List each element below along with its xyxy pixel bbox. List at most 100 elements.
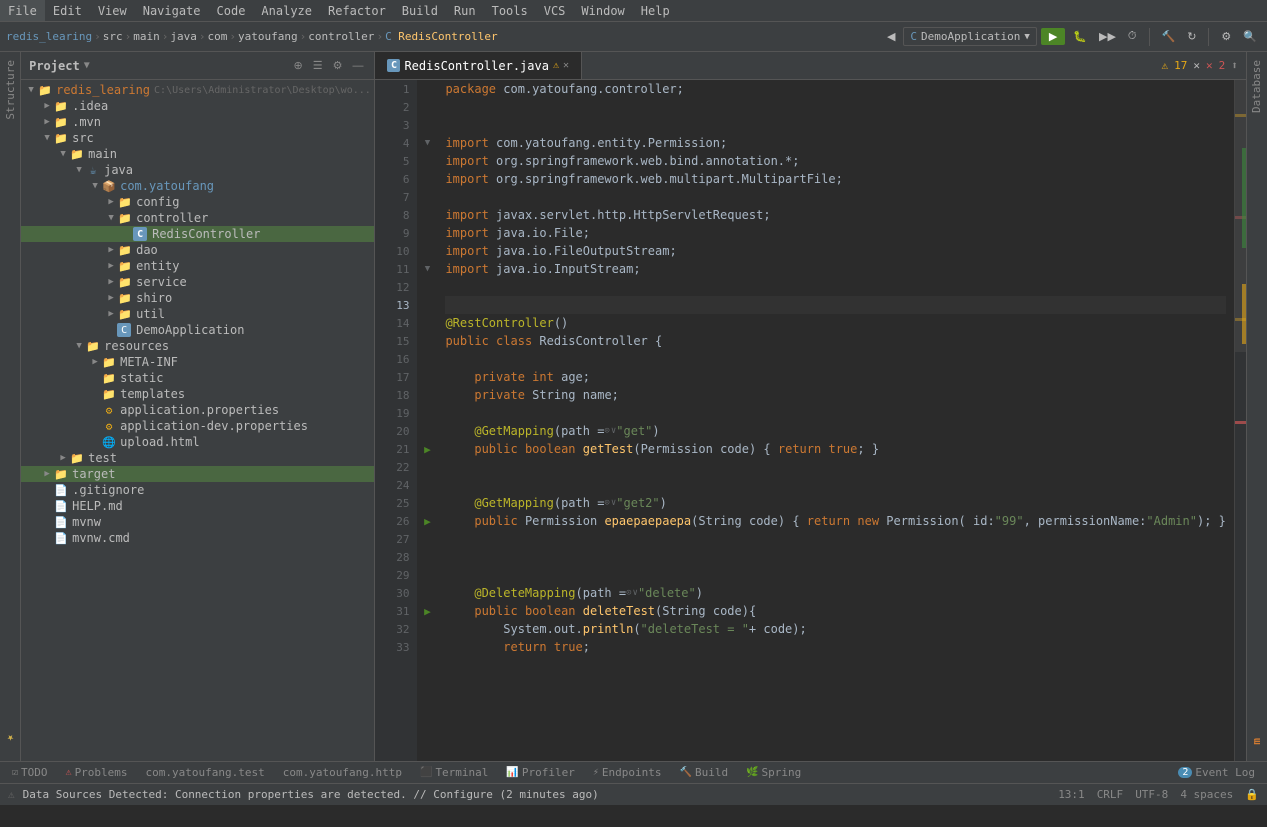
tree-icon-entity: 📁 — [117, 260, 133, 273]
profiler-button[interactable]: ⏱ — [1124, 28, 1141, 45]
tree-item-test[interactable]: ▶ 📁 test — [21, 450, 374, 466]
tree-item-upload-html[interactable]: 🌐 upload.html — [21, 434, 374, 450]
favorites-label[interactable]: ★ — [1, 724, 20, 753]
menu-view[interactable]: View — [90, 0, 135, 21]
code-content[interactable]: package com.yatoufang.controller; import… — [437, 80, 1233, 761]
settings-button[interactable]: ⚙ — [1217, 28, 1235, 45]
menu-file[interactable]: File — [0, 0, 45, 21]
panel-minimize-btn[interactable]: — — [349, 59, 366, 73]
menu-analyze[interactable]: Analyze — [253, 0, 320, 21]
bottom-tab-spring[interactable]: 🌿 Spring — [738, 762, 809, 783]
tree-item-config[interactable]: ▶ 📁 config — [21, 194, 374, 210]
tree-item-root[interactable]: ▼ 📁 redis_learing C:\Users\Administrator… — [21, 82, 374, 98]
structure-label[interactable]: Structure — [1, 52, 20, 128]
tree-item-rediscontroller[interactable]: C RedisController — [21, 226, 374, 242]
bottom-tab-endpoints[interactable]: ⚡ Endpoints — [585, 762, 670, 783]
bottom-tab-build[interactable]: 🔨 Build — [672, 762, 737, 783]
tree-icon-controller: 📁 — [117, 212, 133, 225]
tree-item-dao[interactable]: ▶ 📁 dao — [21, 242, 374, 258]
breadcrumb-part-2[interactable]: src — [103, 30, 123, 43]
code-line-4: import com.yatoufang.entity.Permission; — [445, 134, 1225, 152]
code-editor[interactable]: 1 2 3 4 5 6 7 8 9 10 11 12 13 14 15 16 1… — [375, 80, 1245, 761]
sort-icon[interactable]: ⬆ — [1231, 59, 1238, 72]
scrollbar-track[interactable] — [1234, 80, 1246, 761]
tree-item-package[interactable]: ▼ 📦 com.yatoufang — [21, 178, 374, 194]
run-config-selector[interactable]: C DemoApplication ▼ — [903, 27, 1036, 46]
tree-item-service[interactable]: ▶ 📁 service — [21, 274, 374, 290]
breadcrumb-part-5[interactable]: com — [207, 30, 227, 43]
tree-item-shiro[interactable]: ▶ 📁 shiro — [21, 290, 374, 306]
menu-edit[interactable]: Edit — [45, 0, 90, 21]
menu-window[interactable]: Window — [573, 0, 632, 21]
status-encoding[interactable]: UTF-8 — [1135, 788, 1168, 801]
tree-item-mvn[interactable]: ▶ 📁 .mvn — [21, 114, 374, 130]
tree-item-main[interactable]: ▼ 📁 main — [21, 146, 374, 162]
code-line-11: import java.io.InputStream; — [445, 260, 1225, 278]
debug-button[interactable]: 🐛 — [1069, 28, 1091, 45]
menu-help[interactable]: Help — [633, 0, 678, 21]
tree-item-java[interactable]: ▼ ☕ java — [21, 162, 374, 178]
tree-item-app-props[interactable]: ⚙ application.properties — [21, 402, 374, 418]
tree-item-app-dev-props[interactable]: ⚙ application-dev.properties — [21, 418, 374, 434]
search-everywhere-button[interactable]: 🔍 — [1239, 28, 1261, 45]
menu-navigate[interactable]: Navigate — [135, 0, 209, 21]
tree-item-entity[interactable]: ▶ 📁 entity — [21, 258, 374, 274]
bottom-tab-problems[interactable]: ⚠ Problems — [58, 762, 136, 783]
breadcrumb-part-8[interactable]: C RedisController — [385, 30, 498, 43]
build-button[interactable]: 🔨 — [1158, 28, 1180, 45]
tree-item-resources[interactable]: ▼ 📁 resources — [21, 338, 374, 354]
breadcrumb-part-7[interactable]: controller — [308, 30, 374, 43]
panel-list-btn[interactable]: ☰ — [310, 58, 326, 73]
tree-item-mvnwcmd[interactable]: 📄 mvnw.cmd — [21, 530, 374, 546]
bottom-tab-http[interactable]: com.yatoufang.http — [275, 762, 410, 783]
bottom-tab-test[interactable]: com.yatoufang.test — [138, 762, 273, 783]
menu-vcs[interactable]: VCS — [536, 0, 574, 21]
menu-refactor[interactable]: Refactor — [320, 0, 394, 21]
tree-item-gitignore[interactable]: 📄 .gitignore — [21, 482, 374, 498]
status-indent[interactable]: 4 spaces — [1180, 788, 1233, 801]
tab-close-icon[interactable]: ✕ — [563, 60, 569, 71]
tree-item-metainf[interactable]: ▶ 📁 META-INF — [21, 354, 374, 370]
database-label[interactable]: Database — [1247, 52, 1266, 121]
tree-item-static[interactable]: 📁 static — [21, 370, 374, 386]
menu-run[interactable]: Run — [446, 0, 484, 21]
bottom-tab-terminal[interactable]: ⬛ Terminal — [412, 762, 496, 783]
event-log-tab[interactable]: 2 Event Log — [1170, 762, 1263, 783]
panel-add-btn[interactable]: ⊕ — [290, 58, 305, 73]
breadcrumb-part-6[interactable]: yatoufang — [238, 30, 298, 43]
tree-icon-mvnwcmd: 📄 — [53, 532, 69, 545]
tree-item-util[interactable]: ▶ 📁 util — [21, 306, 374, 322]
bottom-tab-profiler[interactable]: 📊 Profiler — [498, 762, 582, 783]
tree-item-idea[interactable]: ▶ 📁 .idea — [21, 98, 374, 114]
gutter-21[interactable]: ▶ — [417, 440, 437, 458]
run-button[interactable]: ▶ — [1041, 28, 1065, 45]
breadcrumb-part-1[interactable]: redis_learing — [6, 30, 92, 43]
coverage-button[interactable]: ▶▶ — [1095, 28, 1120, 45]
tree-item-helpmd[interactable]: 📄 HELP.md — [21, 498, 374, 514]
breadcrumb-part-4[interactable]: java — [170, 30, 197, 43]
toolbar-back-btn[interactable]: ◀ — [883, 28, 899, 45]
tree-item-controller[interactable]: ▼ 📁 controller — [21, 210, 374, 226]
tree-item-templates[interactable]: 📁 templates — [21, 386, 374, 402]
tree-item-src[interactable]: ▼ 📁 src — [21, 130, 374, 146]
bottom-tab-todo[interactable]: ☑ TODO — [4, 762, 56, 783]
tree-label-root: redis_learing — [56, 83, 150, 97]
menu-code[interactable]: Code — [209, 0, 254, 21]
tree-item-mvnw[interactable]: 📄 mvnw — [21, 514, 374, 530]
sync-button[interactable]: ↻ — [1183, 28, 1200, 45]
gutter-31[interactable]: ▶ — [417, 602, 437, 620]
tree-label-java: java — [104, 163, 133, 177]
maven-label[interactable]: m — [1247, 730, 1266, 753]
status-position[interactable]: 13:1 — [1058, 788, 1085, 801]
tree-item-target[interactable]: ▶ 📁 target — [21, 466, 374, 482]
breadcrumb-part-3[interactable]: main — [133, 30, 160, 43]
status-crlf[interactable]: CRLF — [1097, 788, 1124, 801]
panel-settings-btn[interactable]: ⚙ — [330, 58, 346, 73]
gutter-26[interactable]: ▶ — [417, 512, 437, 530]
editor-tab-rediscontroller[interactable]: C RedisController.java ⚠ ✕ — [375, 52, 582, 79]
gutter-6 — [417, 170, 437, 188]
menu-tools[interactable]: Tools — [484, 0, 536, 21]
status-message[interactable]: Data Sources Detected: Connection proper… — [23, 788, 1051, 801]
tree-item-demoapplication[interactable]: C DemoApplication — [21, 322, 374, 338]
menu-build[interactable]: Build — [394, 0, 446, 21]
